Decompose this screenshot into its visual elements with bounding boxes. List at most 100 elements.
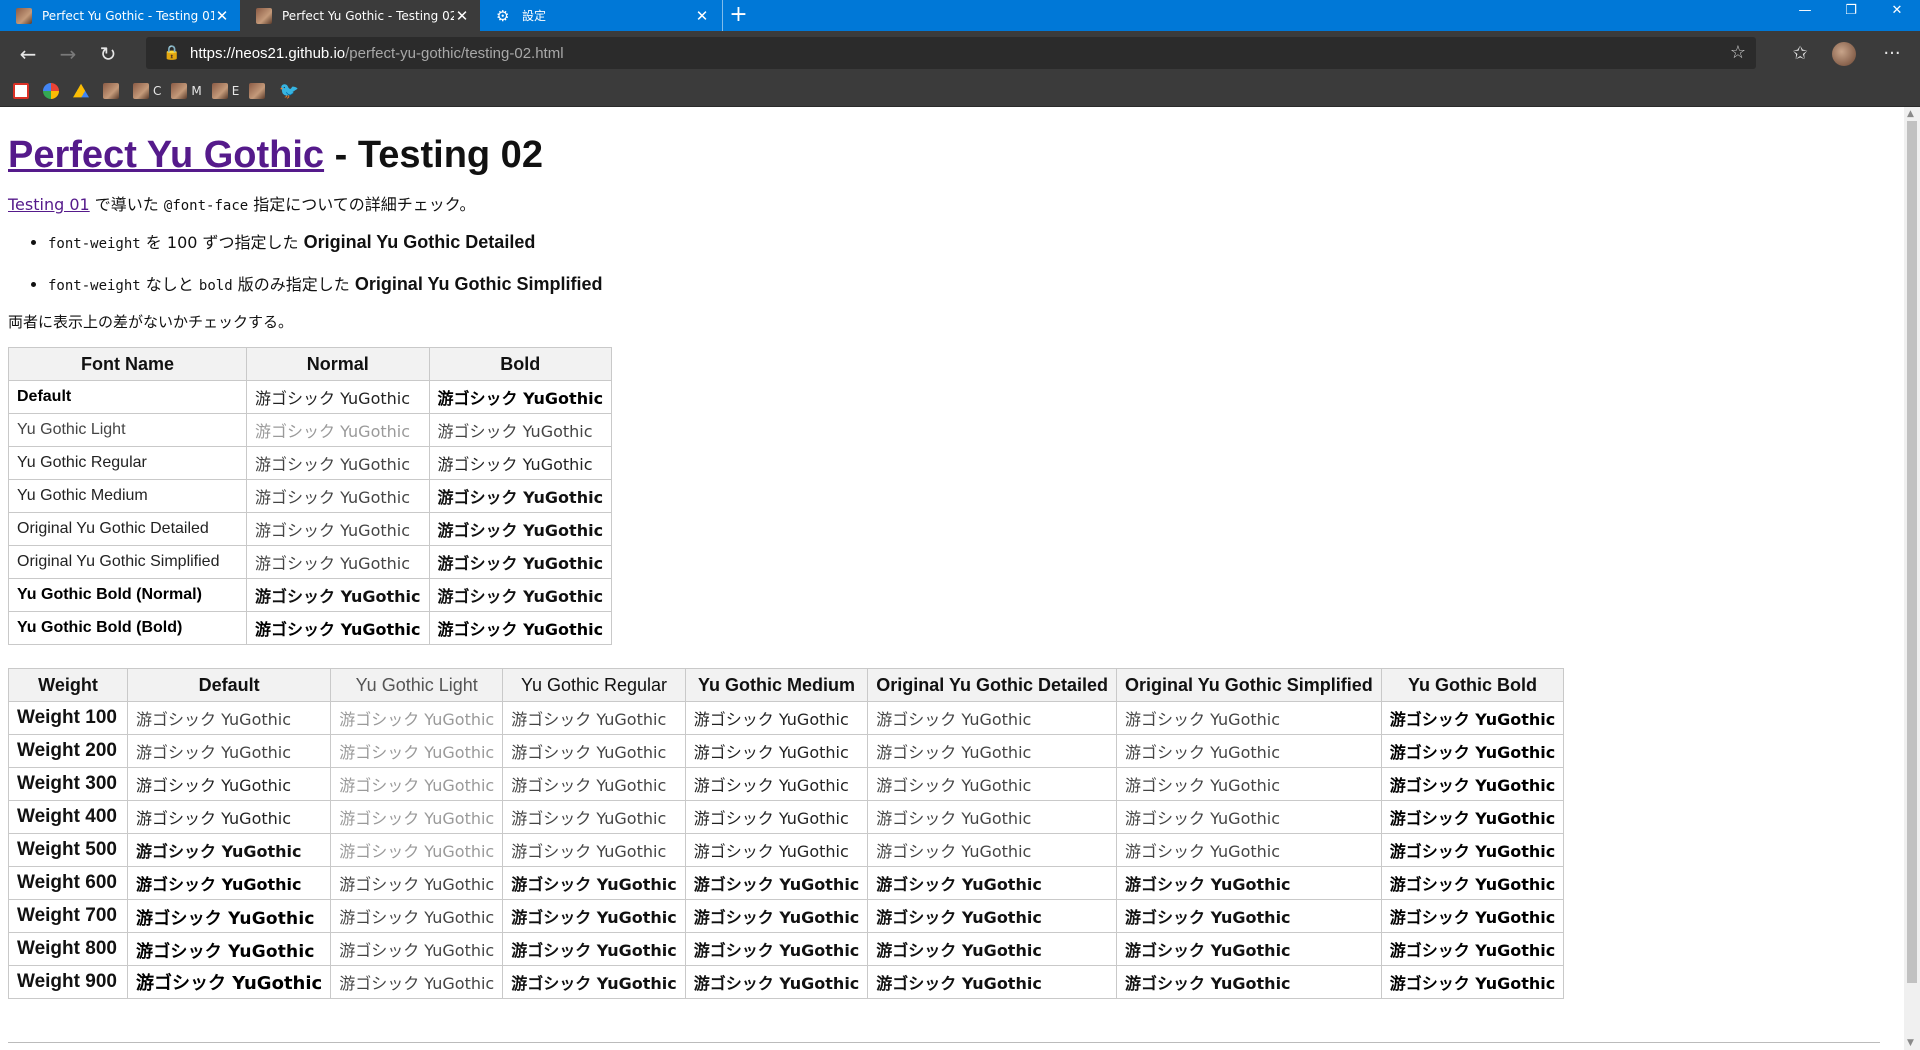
tab-settings[interactable]: ⚙ 設定 ✕ <box>480 0 720 31</box>
new-tab-button[interactable]: + <box>722 0 754 31</box>
sample-cell: 游ゴシック YuGothic <box>1116 932 1382 966</box>
sample-cell: 游ゴシック YuGothic <box>502 734 686 768</box>
column-header: Yu Gothic Light <box>330 668 504 702</box>
table-row: Weight 200 游ゴシック YuGothic 游ゴシック YuGothic 游ゴ… <box>8 734 1565 768</box>
sample-cell: 游ゴシック YuGothic <box>684 701 869 735</box>
favorite-star-icon[interactable]: ☆ <box>1730 42 1746 63</box>
bookmark-twitter[interactable]: 🐦 <box>279 83 299 99</box>
sample-cell: 游ゴシック YuGothic <box>126 866 332 900</box>
tab-testing-02[interactable]: Perfect Yu Gothic - Testing 02 ✕ <box>240 0 480 31</box>
sample-cell: 游ゴシック YuGothic <box>126 833 332 867</box>
weight-label-cell: Weight 900 <box>8 965 128 999</box>
site-favicon-icon <box>16 7 32 24</box>
sample-cell: 游ゴシック YuGothic <box>330 833 504 867</box>
tab-title: Perfect Yu Gothic - Testing 02 <box>282 8 454 23</box>
column-header: Original Yu Gothic Detailed <box>867 668 1118 702</box>
table-row: Yu Gothic Light 游ゴシック YuGothic 游ゴシック YuGot… <box>8 413 613 447</box>
bookmark-c[interactable]: C <box>133 83 161 99</box>
sample-cell: 游ゴシック YuGothic <box>684 965 869 999</box>
avatar[interactable] <box>1832 42 1856 66</box>
minimize-icon[interactable]: — <box>1782 0 1828 22</box>
close-window-icon[interactable]: ✕ <box>1874 0 1920 22</box>
sample-cell: 游ゴシック YuGothic <box>1380 899 1565 933</box>
intro-text: 指定についての詳細チェック。 <box>248 195 476 214</box>
sample-cell: 游ゴシック YuGothic <box>502 932 686 966</box>
close-icon[interactable]: ✕ <box>694 8 710 24</box>
bookmark-drive[interactable] <box>73 83 93 99</box>
sample-cell: 游ゴシック YuGothic <box>1116 866 1382 900</box>
refresh-icon[interactable]: ↻ <box>88 36 128 72</box>
more-icon[interactable]: ··· <box>1872 31 1912 76</box>
close-icon[interactable]: ✕ <box>214 8 230 24</box>
bullet-text: 版のみ指定した <box>232 275 355 294</box>
bullet-code: font-weight <box>48 236 141 252</box>
scroll-up-icon[interactable]: ▲ <box>1907 109 1914 119</box>
testing-01-link[interactable]: Testing 01 <box>8 195 90 214</box>
sample-cell: 游ゴシック YuGothic <box>502 701 686 735</box>
bookmark-site[interactable] <box>249 83 269 99</box>
sample-cell: 游ゴシック YuGothic <box>867 800 1118 834</box>
bullet-bold: Original Yu Gothic Simplified <box>354 274 603 294</box>
site-favicon-icon <box>249 83 266 99</box>
table-row: Weight 600 游ゴシック YuGothic 游ゴシック YuGothic 游ゴ… <box>8 866 1565 900</box>
weight-label-cell: Weight 300 <box>8 767 128 801</box>
address-bar[interactable]: 🔒 https://neos21.github.io/perfect-yu-go… <box>146 37 1756 69</box>
lock-icon[interactable]: 🔒 <box>158 45 186 61</box>
google-icon <box>43 83 59 99</box>
table-row: Default 游ゴシック YuGothic 游ゴシック YuGothic <box>8 380 613 414</box>
table-row: Original Yu Gothic Detailed 游ゴシック YuGothi… <box>8 512 613 546</box>
sample-cell: 游ゴシック YuGothic <box>867 866 1118 900</box>
sample-cell: 游ゴシック YuGothic <box>126 734 332 768</box>
sample-cell: 游ゴシック YuGothic <box>502 800 686 834</box>
scrollbar-thumb[interactable] <box>1907 121 1917 983</box>
sample-cell: 游ゴシック YuGothic <box>246 413 430 447</box>
back-icon[interactable]: ← <box>8 36 48 72</box>
sample-cell: 游ゴシック YuGothic <box>502 833 686 867</box>
sample-cell: 游ゴシック YuGothic <box>684 932 869 966</box>
sample-cell: 游ゴシック YuGothic <box>1380 932 1565 966</box>
forward-icon[interactable]: → <box>48 36 88 72</box>
bookmark-label: M <box>191 84 202 98</box>
bookmark-label: E <box>231 84 240 98</box>
sample-cell: 游ゴシック YuGothic <box>1116 767 1382 801</box>
sample-cell: 游ゴシック YuGothic <box>330 701 504 735</box>
sample-cell: 游ゴシック YuGothic <box>428 479 613 513</box>
title-link[interactable]: Perfect Yu Gothic <box>8 134 324 176</box>
tab-title: Perfect Yu Gothic - Testing 01 <box>42 8 214 23</box>
table-row: Weight 100 游ゴシック YuGothic 游ゴシック YuGothic 游ゴ… <box>8 701 1565 735</box>
close-icon[interactable]: ✕ <box>454 8 470 24</box>
sample-cell: 游ゴシック YuGothic <box>126 965 332 999</box>
table-row: Weight 400 游ゴシック YuGothic 游ゴシック YuGothic 游ゴ… <box>8 800 1565 834</box>
gmail-icon <box>13 83 29 99</box>
bookmark-e[interactable]: E <box>211 83 240 99</box>
list-item: font-weight なしと bold 版のみ指定した Original Yu… <box>48 269 1896 301</box>
sample-cell: 游ゴシック YuGothic <box>246 512 430 546</box>
tab-title: 設定 <box>522 9 547 23</box>
weight-label-cell: Weight 700 <box>8 899 128 933</box>
favorites-icon[interactable]: ✩ <box>1780 31 1820 76</box>
bookmark-google[interactable] <box>43 83 63 99</box>
sample-cell: 游ゴシック YuGothic <box>330 899 504 933</box>
restore-icon[interactable]: ❐ <box>1828 0 1874 22</box>
bookmark-site[interactable] <box>103 83 123 99</box>
sample-cell: 游ゴシック YuGothic <box>246 479 430 513</box>
page-scrollbar[interactable]: ▲ ▼ <box>1904 107 1920 1050</box>
url-text[interactable]: https://neos21.github.io/perfect-yu-goth… <box>190 45 564 62</box>
scroll-down-icon[interactable]: ▼ <box>1907 1038 1914 1048</box>
bookmark-gmail[interactable] <box>13 83 33 99</box>
intro-text: で導いた <box>89 195 164 214</box>
sample-cell: 游ゴシック YuGothic <box>126 899 332 933</box>
column-header: Default <box>126 668 332 702</box>
font-name-cell: Default <box>8 380 247 414</box>
google-drive-icon <box>73 83 89 98</box>
page-title: Perfect Yu Gothic - Testing 02 <box>8 132 1896 178</box>
sample-cell: 游ゴシック YuGothic <box>126 932 332 966</box>
table-row: Yu Gothic Bold (Normal) 游ゴシック YuGothic 游ゴシ… <box>8 578 613 612</box>
sample-cell: 游ゴシック YuGothic <box>1116 734 1382 768</box>
tab-testing-01[interactable]: Perfect Yu Gothic - Testing 01 ✕ <box>0 0 240 31</box>
bullet-text: なしと <box>140 275 199 294</box>
site-favicon-icon <box>211 83 228 99</box>
sample-cell: 游ゴシック YuGothic <box>867 833 1118 867</box>
sample-cell: 游ゴシック YuGothic <box>502 767 686 801</box>
bookmark-m[interactable]: M <box>171 83 202 99</box>
